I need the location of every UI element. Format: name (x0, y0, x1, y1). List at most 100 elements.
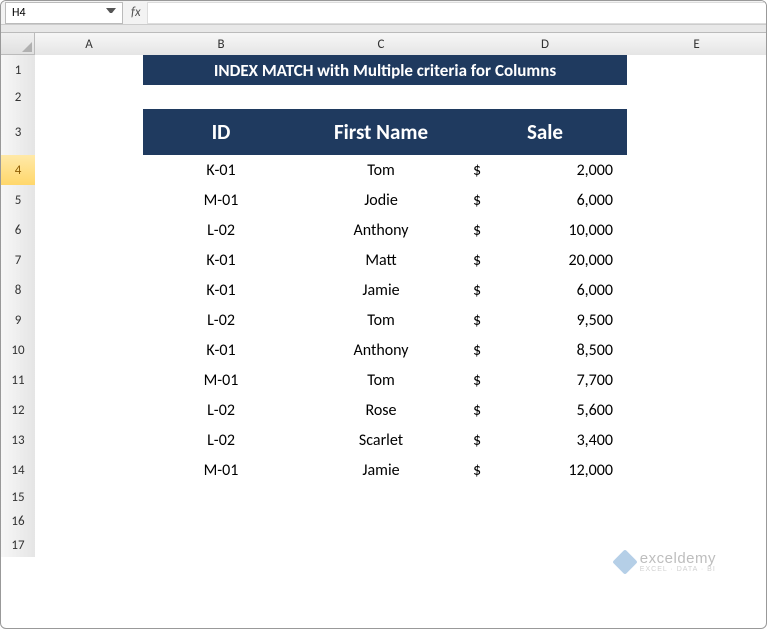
th-id[interactable]: ID (143, 109, 299, 155)
row-header-9[interactable]: 9 (1, 305, 35, 335)
cell-e2[interactable] (627, 85, 766, 109)
row-header-7[interactable]: 7 (1, 245, 35, 275)
row-header-16[interactable]: 16 (1, 509, 35, 533)
cell-a4[interactable] (35, 155, 143, 185)
cell-a12[interactable] (35, 395, 143, 425)
row-header-12[interactable]: 12 (1, 395, 35, 425)
row-header-1[interactable]: 1 (1, 55, 35, 85)
cell-d10[interactable]: $8,500 (463, 335, 627, 365)
cell-e10[interactable] (627, 335, 766, 365)
cell-c16[interactable] (299, 509, 463, 533)
row-header-14[interactable]: 14 (1, 455, 35, 485)
cell-a9[interactable] (35, 305, 143, 335)
cell-c2[interactable] (299, 85, 463, 109)
col-header-c[interactable]: C (299, 33, 463, 55)
cell-a6[interactable] (35, 215, 143, 245)
cell-b14[interactable]: M-01 (143, 455, 299, 485)
cell-b15[interactable] (143, 485, 299, 509)
cell-e7[interactable] (627, 245, 766, 275)
cell-a17[interactable] (35, 533, 143, 557)
cell-c17[interactable] (299, 533, 463, 557)
cell-b9[interactable]: L-02 (143, 305, 299, 335)
cell-b13[interactable]: L-02 (143, 425, 299, 455)
cell-c13[interactable]: Scarlet (299, 425, 463, 455)
col-header-a[interactable]: A (35, 33, 143, 55)
select-all-corner[interactable] (1, 33, 35, 55)
cell-a7[interactable] (35, 245, 143, 275)
row-header-5[interactable]: 5 (1, 185, 35, 215)
cell-c8[interactable]: Jamie (299, 275, 463, 305)
cell-d5[interactable]: $6,000 (463, 185, 627, 215)
cell-e12[interactable] (627, 395, 766, 425)
cell-d17[interactable] (463, 533, 627, 557)
cell-c6[interactable]: Anthony (299, 215, 463, 245)
cell-a16[interactable] (35, 509, 143, 533)
cell-b2[interactable] (143, 85, 299, 109)
cell-d6[interactable]: $10,000 (463, 215, 627, 245)
cell-d16[interactable] (463, 509, 627, 533)
cell-e5[interactable] (627, 185, 766, 215)
cell-c4[interactable]: Tom (299, 155, 463, 185)
cell-e16[interactable] (627, 509, 766, 533)
row-header-8[interactable]: 8 (1, 275, 35, 305)
col-header-e[interactable]: E (627, 33, 766, 55)
name-box[interactable]: H4 (5, 2, 123, 24)
col-header-d[interactable]: D (463, 33, 627, 55)
cell-a3[interactable] (35, 109, 143, 155)
row-header-10[interactable]: 10 (1, 335, 35, 365)
cell-a13[interactable] (35, 425, 143, 455)
cell-a11[interactable] (35, 365, 143, 395)
col-header-b[interactable]: B (143, 33, 299, 55)
cell-c11[interactable]: Tom (299, 365, 463, 395)
cell-b8[interactable]: K-01 (143, 275, 299, 305)
cell-d12[interactable]: $5,600 (463, 395, 627, 425)
cell-c10[interactable]: Anthony (299, 335, 463, 365)
fx-icon[interactable]: fx (125, 5, 147, 20)
cell-d9[interactable]: $9,500 (463, 305, 627, 335)
cell-e15[interactable] (627, 485, 766, 509)
cell-a14[interactable] (35, 455, 143, 485)
cell-d4[interactable]: $2,000 (463, 155, 627, 185)
cell-b7[interactable]: K-01 (143, 245, 299, 275)
row-header-2[interactable]: 2 (1, 85, 35, 109)
cell-e6[interactable] (627, 215, 766, 245)
chevron-down-icon[interactable] (106, 8, 116, 18)
cell-c14[interactable]: Jamie (299, 455, 463, 485)
cell-e14[interactable] (627, 455, 766, 485)
cell-d11[interactable]: $7,700 (463, 365, 627, 395)
row-header-11[interactable]: 11 (1, 365, 35, 395)
cell-a8[interactable] (35, 275, 143, 305)
cell-b17[interactable] (143, 533, 299, 557)
row-header-4[interactable]: 4 (1, 155, 35, 185)
cell-d13[interactable]: $3,400 (463, 425, 627, 455)
row-header-15[interactable]: 15 (1, 485, 35, 509)
cell-d2[interactable] (463, 85, 627, 109)
cell-b11[interactable]: M-01 (143, 365, 299, 395)
cell-d14[interactable]: $12,000 (463, 455, 627, 485)
title-cell[interactable]: INDEX MATCH with Multiple criteria for C… (143, 55, 627, 85)
cell-e11[interactable] (627, 365, 766, 395)
cell-a1[interactable] (35, 55, 143, 85)
cell-a15[interactable] (35, 485, 143, 509)
row-header-3[interactable]: 3 (1, 109, 35, 155)
cell-c12[interactable]: Rose (299, 395, 463, 425)
cell-b4[interactable]: K-01 (143, 155, 299, 185)
cell-a2[interactable] (35, 85, 143, 109)
worksheet-grid[interactable]: A B C D E 1 INDEX MATCH with Multiple cr… (1, 33, 766, 557)
cell-e8[interactable] (627, 275, 766, 305)
cell-d7[interactable]: $20,000 (463, 245, 627, 275)
cell-d15[interactable] (463, 485, 627, 509)
cell-d8[interactable]: $6,000 (463, 275, 627, 305)
cell-e4[interactable] (627, 155, 766, 185)
cell-e1[interactable] (627, 55, 766, 85)
cell-b10[interactable]: K-01 (143, 335, 299, 365)
cell-c15[interactable] (299, 485, 463, 509)
cell-e13[interactable] (627, 425, 766, 455)
cell-b16[interactable] (143, 509, 299, 533)
row-header-13[interactable]: 13 (1, 425, 35, 455)
formula-input[interactable] (147, 2, 766, 24)
cell-b12[interactable]: L-02 (143, 395, 299, 425)
cell-b5[interactable]: M-01 (143, 185, 299, 215)
cell-c7[interactable]: Matt (299, 245, 463, 275)
row-header-6[interactable]: 6 (1, 215, 35, 245)
